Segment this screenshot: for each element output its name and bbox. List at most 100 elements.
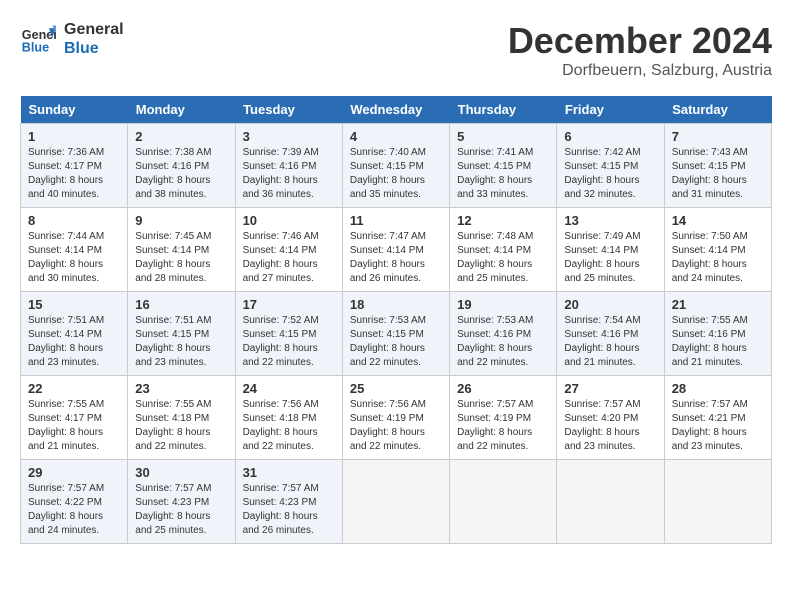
day-number: 29 xyxy=(28,465,120,480)
calendar-cell: 30 Sunrise: 7:57 AMSunset: 4:23 PMDayligh… xyxy=(128,460,235,544)
day-info: Sunrise: 7:55 AMSunset: 4:16 PMDaylight:… xyxy=(672,314,764,370)
day-number: 8 xyxy=(28,213,120,228)
day-info: Sunrise: 7:57 AMSunset: 4:22 PMDaylight:… xyxy=(28,482,120,538)
day-number: 6 xyxy=(564,129,656,144)
location-subtitle: Dorfbeuern, Salzburg, Austria xyxy=(508,62,772,80)
day-number: 31 xyxy=(243,465,335,480)
day-number: 12 xyxy=(457,213,549,228)
day-info: Sunrise: 7:46 AMSunset: 4:14 PMDaylight:… xyxy=(243,230,335,286)
day-info: Sunrise: 7:47 AMSunset: 4:14 PMDaylight:… xyxy=(350,230,442,286)
calendar-cell: 24 Sunrise: 7:56 AMSunset: 4:18 PMDayligh… xyxy=(235,376,342,460)
calendar-cell: 3 Sunrise: 7:39 AMSunset: 4:16 PMDaylight… xyxy=(235,124,342,208)
weekday-header-monday: Monday xyxy=(128,96,235,124)
logo: General Blue General Blue xyxy=(20,20,124,58)
calendar-cell: 9 Sunrise: 7:45 AMSunset: 4:14 PMDaylight… xyxy=(128,208,235,292)
svg-text:Blue: Blue xyxy=(22,41,49,55)
calendar-cell xyxy=(342,460,449,544)
day-info: Sunrise: 7:44 AMSunset: 4:14 PMDaylight:… xyxy=(28,230,120,286)
calendar-cell: 10 Sunrise: 7:46 AMSunset: 4:14 PMDayligh… xyxy=(235,208,342,292)
day-info: Sunrise: 7:53 AMSunset: 4:16 PMDaylight:… xyxy=(457,314,549,370)
calendar-cell: 14 Sunrise: 7:50 AMSunset: 4:14 PMDayligh… xyxy=(664,208,771,292)
day-number: 15 xyxy=(28,297,120,312)
day-info: Sunrise: 7:51 AMSunset: 4:14 PMDaylight:… xyxy=(28,314,120,370)
day-number: 11 xyxy=(350,213,442,228)
calendar-week-row: 22 Sunrise: 7:55 AMSunset: 4:17 PMDayligh… xyxy=(21,376,772,460)
day-number: 4 xyxy=(350,129,442,144)
day-info: Sunrise: 7:55 AMSunset: 4:17 PMDaylight:… xyxy=(28,398,120,454)
logo-icon: General Blue xyxy=(20,21,56,57)
calendar-cell: 17 Sunrise: 7:52 AMSunset: 4:15 PMDayligh… xyxy=(235,292,342,376)
calendar-table: SundayMondayTuesdayWednesdayThursdayFrid… xyxy=(20,96,772,544)
day-info: Sunrise: 7:36 AMSunset: 4:17 PMDaylight:… xyxy=(28,146,120,202)
calendar-cell: 1Sunrise: 7:36 AMSunset: 4:17 PMDaylight… xyxy=(21,124,128,208)
calendar-week-row: 29 Sunrise: 7:57 AMSunset: 4:22 PMDayligh… xyxy=(21,460,772,544)
calendar-cell: 19 Sunrise: 7:53 AMSunset: 4:16 PMDayligh… xyxy=(450,292,557,376)
calendar-cell: 23Sunrise: 7:55 AMSunset: 4:18 PMDayligh… xyxy=(128,376,235,460)
day-info: Sunrise: 7:53 AMSunset: 4:15 PMDaylight:… xyxy=(350,314,442,370)
day-number: 30 xyxy=(135,465,227,480)
day-info: Sunrise: 7:56 AMSunset: 4:19 PMDaylight:… xyxy=(350,398,442,454)
day-info: Sunrise: 7:45 AMSunset: 4:14 PMDaylight:… xyxy=(135,230,227,286)
day-info: Sunrise: 7:51 AMSunset: 4:15 PMDaylight:… xyxy=(135,314,227,370)
calendar-cell: 11 Sunrise: 7:47 AMSunset: 4:14 PMDayligh… xyxy=(342,208,449,292)
calendar-cell: 21Sunrise: 7:55 AMSunset: 4:16 PMDayligh… xyxy=(664,292,771,376)
day-info: Sunrise: 7:39 AMSunset: 4:16 PMDaylight:… xyxy=(243,146,335,202)
calendar-cell xyxy=(664,460,771,544)
weekday-header-saturday: Saturday xyxy=(664,96,771,124)
calendar-cell: 25Sunrise: 7:56 AMSunset: 4:19 PMDayligh… xyxy=(342,376,449,460)
calendar-cell: 28 Sunrise: 7:57 AMSunset: 4:21 PMDayligh… xyxy=(664,376,771,460)
calendar-cell: 2 Sunrise: 7:38 AMSunset: 4:16 PMDaylight… xyxy=(128,124,235,208)
day-number: 22 xyxy=(28,381,120,396)
day-number: 3 xyxy=(243,129,335,144)
day-info: Sunrise: 7:50 AMSunset: 4:14 PMDaylight:… xyxy=(672,230,764,286)
calendar-week-row: 8 Sunrise: 7:44 AMSunset: 4:14 PMDaylight… xyxy=(21,208,772,292)
calendar-cell: 12Sunrise: 7:48 AMSunset: 4:14 PMDayligh… xyxy=(450,208,557,292)
title-area: December 2024 Dorfbeuern, Salzburg, Aust… xyxy=(508,20,772,80)
day-number: 23 xyxy=(135,381,227,396)
calendar-cell: 13Sunrise: 7:49 AMSunset: 4:14 PMDayligh… xyxy=(557,208,664,292)
calendar-cell: 4 Sunrise: 7:40 AMSunset: 4:15 PMDaylight… xyxy=(342,124,449,208)
calendar-week-row: 15 Sunrise: 7:51 AMSunset: 4:14 PMDayligh… xyxy=(21,292,772,376)
day-info: Sunrise: 7:57 AMSunset: 4:20 PMDaylight:… xyxy=(564,398,656,454)
weekday-header-sunday: Sunday xyxy=(21,96,128,124)
day-number: 19 xyxy=(457,297,549,312)
calendar-cell: 27 Sunrise: 7:57 AMSunset: 4:20 PMDayligh… xyxy=(557,376,664,460)
calendar-cell xyxy=(557,460,664,544)
day-info: Sunrise: 7:52 AMSunset: 4:15 PMDaylight:… xyxy=(243,314,335,370)
page-header: General Blue General Blue December 2024 … xyxy=(20,20,772,80)
calendar-header-row: SundayMondayTuesdayWednesdayThursdayFrid… xyxy=(21,96,772,124)
calendar-cell: 20Sunrise: 7:54 AMSunset: 4:16 PMDayligh… xyxy=(557,292,664,376)
weekday-header-friday: Friday xyxy=(557,96,664,124)
calendar-cell: 29 Sunrise: 7:57 AMSunset: 4:22 PMDayligh… xyxy=(21,460,128,544)
day-info: Sunrise: 7:57 AMSunset: 4:23 PMDaylight:… xyxy=(243,482,335,538)
day-number: 14 xyxy=(672,213,764,228)
day-number: 20 xyxy=(564,297,656,312)
day-number: 5 xyxy=(457,129,549,144)
day-info: Sunrise: 7:40 AMSunset: 4:15 PMDaylight:… xyxy=(350,146,442,202)
calendar-cell: 31 Sunrise: 7:57 AMSunset: 4:23 PMDayligh… xyxy=(235,460,342,544)
calendar-body: 1Sunrise: 7:36 AMSunset: 4:17 PMDaylight… xyxy=(21,124,772,544)
day-number: 24 xyxy=(243,381,335,396)
weekday-header-tuesday: Tuesday xyxy=(235,96,342,124)
day-info: Sunrise: 7:57 AMSunset: 4:21 PMDaylight:… xyxy=(672,398,764,454)
day-info: Sunrise: 7:57 AMSunset: 4:19 PMDaylight:… xyxy=(457,398,549,454)
day-number: 16 xyxy=(135,297,227,312)
month-title: December 2024 xyxy=(508,20,772,62)
day-number: 2 xyxy=(135,129,227,144)
calendar-week-row: 1Sunrise: 7:36 AMSunset: 4:17 PMDaylight… xyxy=(21,124,772,208)
day-info: Sunrise: 7:56 AMSunset: 4:18 PMDaylight:… xyxy=(243,398,335,454)
day-number: 9 xyxy=(135,213,227,228)
day-info: Sunrise: 7:38 AMSunset: 4:16 PMDaylight:… xyxy=(135,146,227,202)
calendar-cell: 16 Sunrise: 7:51 AMSunset: 4:15 PMDayligh… xyxy=(128,292,235,376)
day-info: Sunrise: 7:57 AMSunset: 4:23 PMDaylight:… xyxy=(135,482,227,538)
day-number: 10 xyxy=(243,213,335,228)
logo-line1: General xyxy=(64,20,124,39)
day-number: 28 xyxy=(672,381,764,396)
day-number: 18 xyxy=(350,297,442,312)
day-number: 26 xyxy=(457,381,549,396)
day-number: 27 xyxy=(564,381,656,396)
logo-line2: Blue xyxy=(64,39,124,58)
day-number: 17 xyxy=(243,297,335,312)
calendar-cell: 8 Sunrise: 7:44 AMSunset: 4:14 PMDaylight… xyxy=(21,208,128,292)
day-number: 13 xyxy=(564,213,656,228)
